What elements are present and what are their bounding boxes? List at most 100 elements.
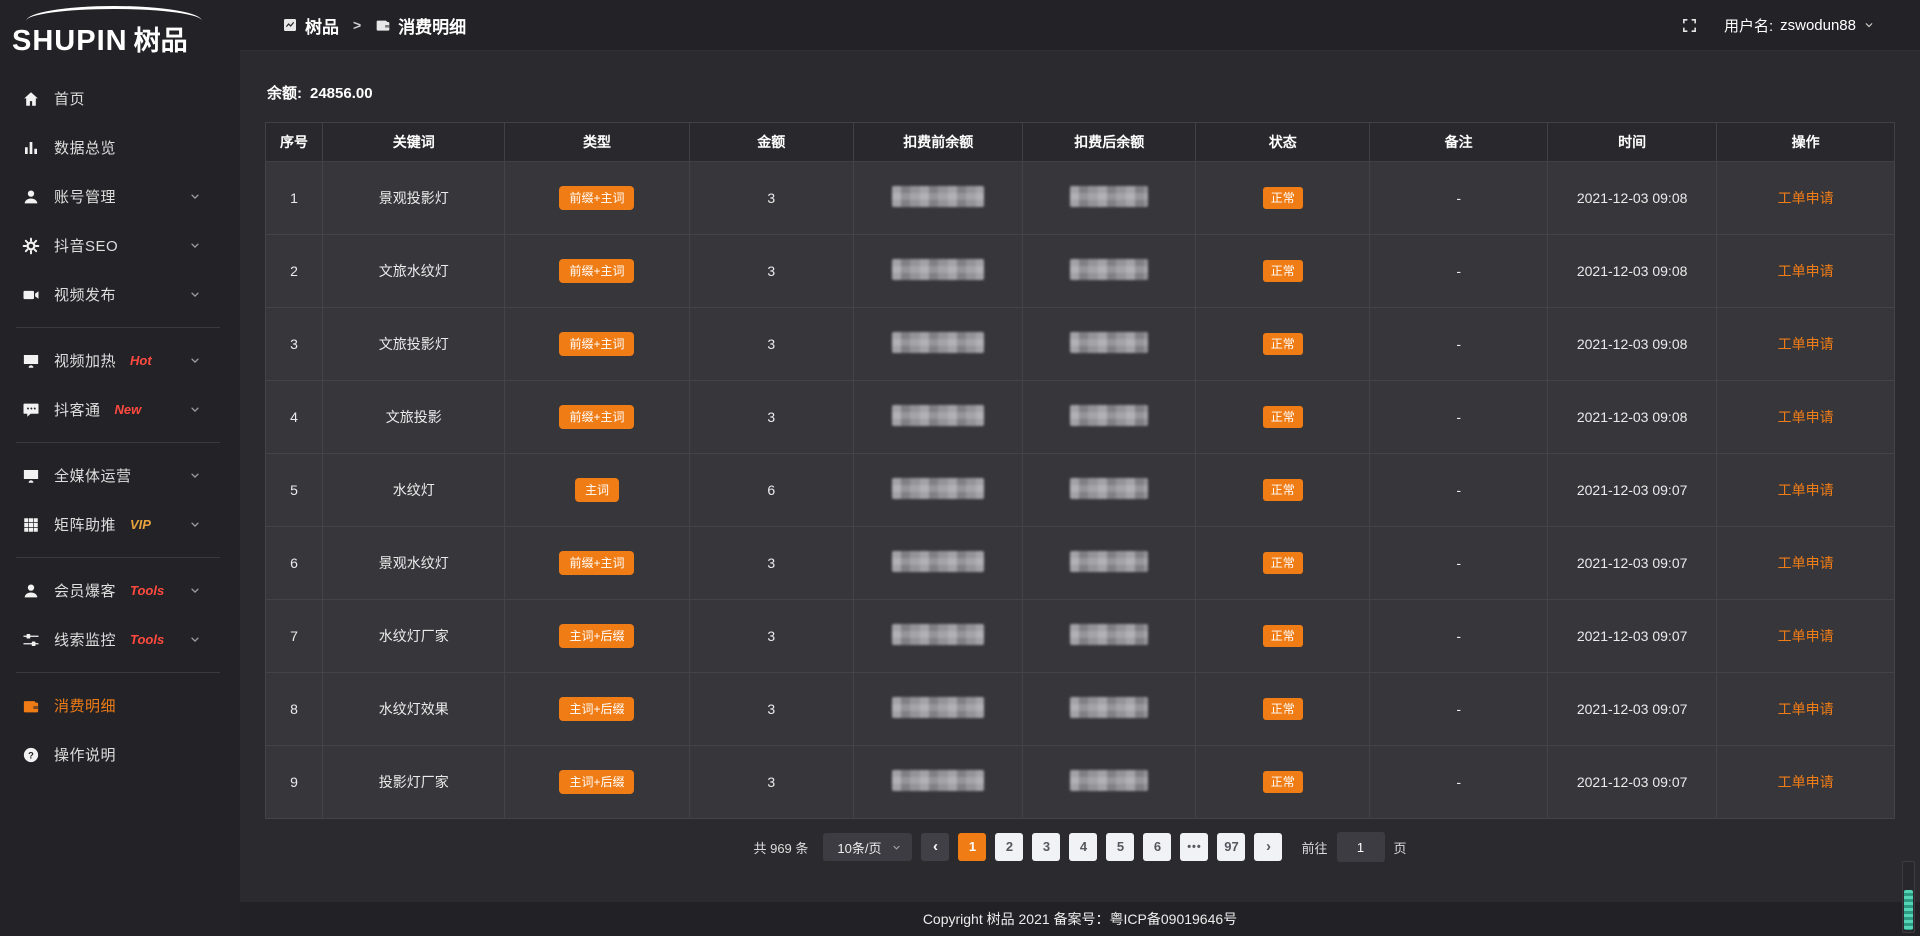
username-label: 用户名: [1724, 15, 1773, 36]
goto-page-input[interactable] [1337, 832, 1385, 862]
sidebar-item-label: 账号管理 [54, 186, 116, 207]
sidebar-item-home[interactable]: 首页 [0, 74, 240, 123]
cell-balance-before [854, 454, 1023, 527]
sidebar-item-video-heat[interactable]: 视频加热Hot [0, 336, 240, 385]
scrollbar-thumb[interactable] [1904, 890, 1913, 930]
prev-page-button[interactable]: ‹ [921, 833, 949, 861]
chevron-down-icon [186, 584, 204, 597]
work-order-link[interactable]: 工单申请 [1778, 190, 1834, 206]
cell-status: 正常 [1196, 600, 1370, 673]
breadcrumb-label: 树品 [305, 13, 339, 38]
cell-keyword: 投影灯厂家 [323, 746, 505, 819]
balance-label: 余额: [267, 85, 302, 102]
type-badge: 主词+后缀 [559, 697, 634, 721]
logo-cjk: 树品 [134, 19, 188, 58]
sidebar-item-label: 全媒体运营 [54, 465, 132, 486]
cell-remark: - [1370, 454, 1548, 527]
total-count: 共 969 条 [753, 838, 808, 857]
cell-remark: - [1370, 308, 1548, 381]
sidebar-item-operation-guide[interactable]: ?操作说明 [0, 730, 240, 779]
table-row: 5 水纹灯 主词 6 正常 - 2021-12-03 09:07 工单申请 [266, 454, 1895, 527]
censored-balance-before [892, 259, 984, 280]
censored-balance-after [1070, 551, 1148, 572]
sidebar-item-account-management[interactable]: 账号管理 [0, 172, 240, 221]
cell-index: 8 [266, 673, 323, 746]
work-order-link[interactable]: 工单申请 [1778, 336, 1834, 352]
page-button-4[interactable]: 4 [1069, 833, 1097, 861]
nav-badge: VIP [130, 517, 151, 532]
sidebar-item-matrix-boost[interactable]: 矩阵助推 VIP [0, 500, 240, 549]
page-size-select[interactable]: 10条/页 [823, 833, 912, 861]
content-area: 余额:24856.00 序号关键词类型金额扣费前余额扣费后余额状态备注时间操作 … [240, 82, 1920, 862]
page-button-1[interactable]: 1 [958, 833, 986, 861]
sidebar-divider [16, 672, 220, 673]
app-window: SHUPIN 树品 首页数据总览账号管理抖音SEO视频发布视频加热Hot抖客通N… [0, 0, 1920, 936]
cell-status: 正常 [1196, 381, 1370, 454]
cell-balance-before [854, 235, 1023, 308]
brand-logo[interactable]: SHUPIN 树品 [0, 0, 240, 60]
work-order-link[interactable]: 工单申请 [1778, 482, 1834, 498]
cell-index: 4 [266, 381, 323, 454]
svg-text:?: ? [28, 750, 34, 760]
work-order-link[interactable]: 工单申请 [1778, 774, 1834, 790]
column-header: 序号 [266, 123, 323, 162]
fullscreen-icon[interactable] [1681, 17, 1698, 34]
breadcrumb-item[interactable]: 消费明细 [375, 13, 466, 38]
cell-status: 正常 [1196, 162, 1370, 235]
sidebar-item-lead-monitor[interactable]: 线索监控Tools [0, 615, 240, 664]
sidebar-item-douketong[interactable]: 抖客通New [0, 385, 240, 434]
cell-time: 2021-12-03 09:07 [1547, 527, 1716, 600]
censored-balance-before [892, 186, 984, 207]
user-menu[interactable]: 用户名: zswodun88 [1724, 15, 1875, 36]
sidebar-item-member-promo[interactable]: 会员爆客Tools [0, 566, 240, 615]
sidebar-item-video-publish[interactable]: 视频发布 [0, 270, 240, 319]
cell-time: 2021-12-03 09:08 [1547, 235, 1716, 308]
more-pages-button[interactable]: ••• [1180, 833, 1208, 861]
question-icon: ? [22, 746, 40, 764]
page-button-3[interactable]: 3 [1032, 833, 1060, 861]
chevron-down-icon [891, 842, 902, 853]
sidebar-item-label: 消费明细 [54, 695, 116, 716]
table-row: 7 水纹灯厂家 主词+后缀 3 正常 - 2021-12-03 09:07 工单… [266, 600, 1895, 673]
next-page-button[interactable]: › [1254, 833, 1282, 861]
footer: Copyright 树品 2021 备案号：粤ICP备09019646号 [240, 902, 1920, 936]
chevron-down-icon [186, 239, 204, 252]
sidebar-item-douyin-seo[interactable]: 抖音SEO [0, 221, 240, 270]
cell-status: 正常 [1196, 673, 1370, 746]
page-button-6[interactable]: 6 [1143, 833, 1171, 861]
cell-remark: - [1370, 235, 1548, 308]
work-order-link[interactable]: 工单申请 [1778, 628, 1834, 644]
cell-remark: - [1370, 162, 1548, 235]
cell-type: 主词 [505, 454, 689, 527]
cell-amount: 3 [689, 673, 854, 746]
cell-amount: 6 [689, 454, 854, 527]
work-order-link[interactable]: 工单申请 [1778, 555, 1834, 571]
cell-remark: - [1370, 746, 1548, 819]
chevron-down-icon [186, 403, 204, 416]
work-order-link[interactable]: 工单申请 [1778, 263, 1834, 279]
cell-balance-before [854, 381, 1023, 454]
censored-balance-after [1070, 770, 1148, 791]
page-button-2[interactable]: 2 [995, 833, 1023, 861]
sidebar-item-media-operation[interactable]: 全媒体运营 [0, 451, 240, 500]
cell-index: 9 [266, 746, 323, 819]
breadcrumb-item[interactable]: 树品 [282, 13, 339, 38]
breadcrumb: 树品>消费明细 [282, 13, 466, 38]
goto-unit: 页 [1394, 838, 1407, 857]
page-button-5[interactable]: 5 [1106, 833, 1134, 861]
page-button-97[interactable]: 97 [1217, 833, 1245, 861]
cell-index: 3 [266, 308, 323, 381]
sidebar-item-consumption-detail[interactable]: 消费明细 [0, 681, 240, 730]
work-order-link[interactable]: 工单申请 [1778, 409, 1834, 425]
cell-action: 工单申请 [1717, 454, 1895, 527]
page-scrollbar[interactable] [1902, 861, 1915, 933]
sidebar-item-data-overview[interactable]: 数据总览 [0, 123, 240, 172]
cell-amount: 3 [689, 162, 854, 235]
work-order-link[interactable]: 工单申请 [1778, 701, 1834, 717]
cell-amount: 3 [689, 527, 854, 600]
cell-balance-after [1023, 746, 1196, 819]
type-badge: 前缀+主词 [559, 405, 634, 429]
sidebar-item-label: 矩阵助推 [54, 514, 116, 535]
sliders-icon [22, 631, 40, 649]
type-badge: 前缀+主词 [559, 332, 634, 356]
